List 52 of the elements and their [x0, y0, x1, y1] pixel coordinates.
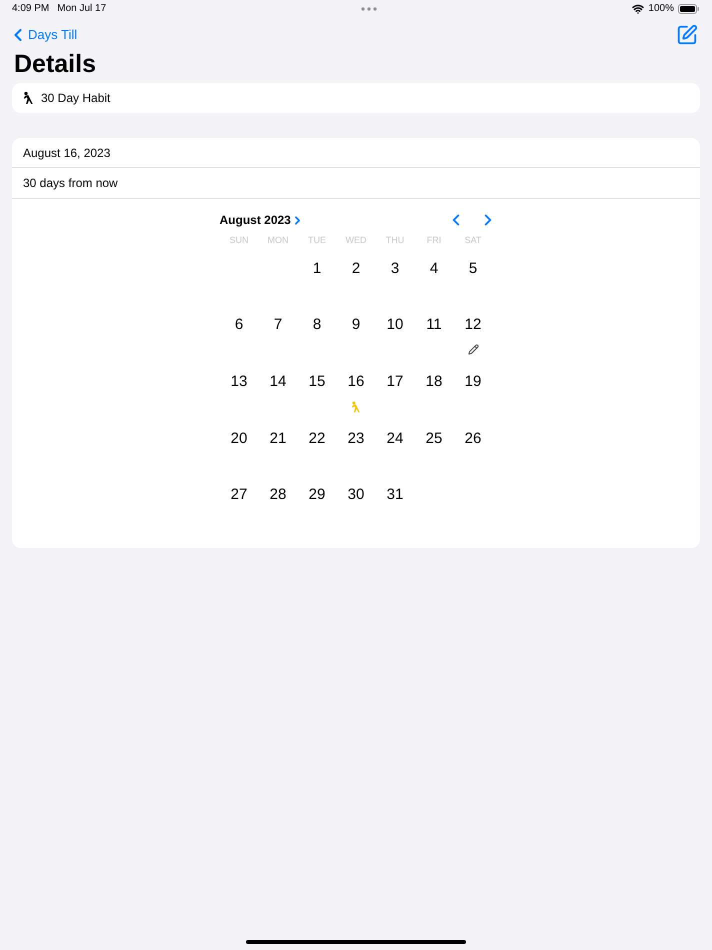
calendar-day[interactable]: 16 — [348, 372, 364, 391]
battery-icon — [678, 4, 700, 14]
weekday-label: SUN — [228, 234, 250, 247]
calendar-day[interactable]: 2 — [352, 260, 360, 278]
calendar-day[interactable]: 7 — [274, 316, 282, 334]
status-date: Mon Jul 17 — [57, 2, 106, 16]
calendar-day[interactable]: 6 — [234, 316, 244, 334]
weekday-label: MON — [266, 234, 290, 247]
page-title: Details — [13, 49, 97, 80]
calendar-day[interactable]: 26 — [464, 430, 482, 448]
date-text: August 16, 2023 — [23, 144, 110, 162]
calendar-day[interactable]: 31 — [386, 486, 404, 504]
weekday-label: THU — [384, 234, 406, 247]
status-time: 4:09 PM — [12, 2, 50, 16]
relative-date-text: 30 days from now — [23, 175, 118, 192]
wifi-icon — [632, 2, 644, 14]
habit-name: 30 Day Habit — [41, 90, 110, 107]
calendar-day[interactable]: 18 — [426, 372, 442, 391]
calendar-day[interactable]: 11 — [426, 316, 442, 334]
calendar-day[interactable]: 17 — [386, 372, 404, 391]
weekday-label: FRI — [426, 234, 442, 247]
calendar-day[interactable]: 1 — [312, 260, 322, 278]
calendar-day[interactable]: 24 — [386, 430, 404, 448]
calendar-day[interactable]: 5 — [468, 260, 478, 278]
calendar-day[interactable]: 3 — [390, 260, 400, 278]
calendar-day[interactable]: 14 — [270, 372, 286, 391]
calendar-day[interactable]: 30 — [348, 486, 364, 504]
calendar-day[interactable]: 25 — [426, 430, 442, 448]
weekday-label: SAT — [464, 234, 482, 247]
calendar-day[interactable]: 21 — [270, 430, 286, 448]
calendar-day[interactable]: 4 — [430, 260, 438, 278]
month-picker-button[interactable]: August 2023 — [220, 211, 304, 229]
back-button[interactable]: Days Till — [8, 25, 78, 45]
calendar-day[interactable]: 29 — [308, 486, 326, 504]
calendar-day[interactable]: 22 — [308, 430, 326, 448]
stretching-figure-icon — [23, 91, 35, 105]
battery-level: 100% — [648, 2, 674, 16]
calendar-day[interactable]: 15 — [308, 372, 326, 391]
calendar-day[interactable]: 13 — [230, 372, 248, 391]
calendar-day[interactable]: 12 — [464, 316, 482, 334]
calendar-day[interactable]: 20 — [230, 430, 248, 448]
calendar-day[interactable]: 27 — [230, 486, 248, 504]
calendar-day[interactable]: 23 — [348, 430, 364, 448]
weekday-label: TUE — [307, 234, 327, 247]
compose-button[interactable] — [676, 24, 698, 46]
calendar-day[interactable]: 19 — [464, 372, 482, 391]
weekday-label: WED — [344, 234, 368, 247]
calendar-day[interactable]: 28 — [270, 486, 286, 504]
calendar-day[interactable]: 9 — [352, 316, 360, 334]
more-icon[interactable] — [361, 6, 378, 10]
calendar-day[interactable]: 10 — [386, 316, 404, 334]
calendar-day[interactable]: 8 — [312, 316, 322, 334]
